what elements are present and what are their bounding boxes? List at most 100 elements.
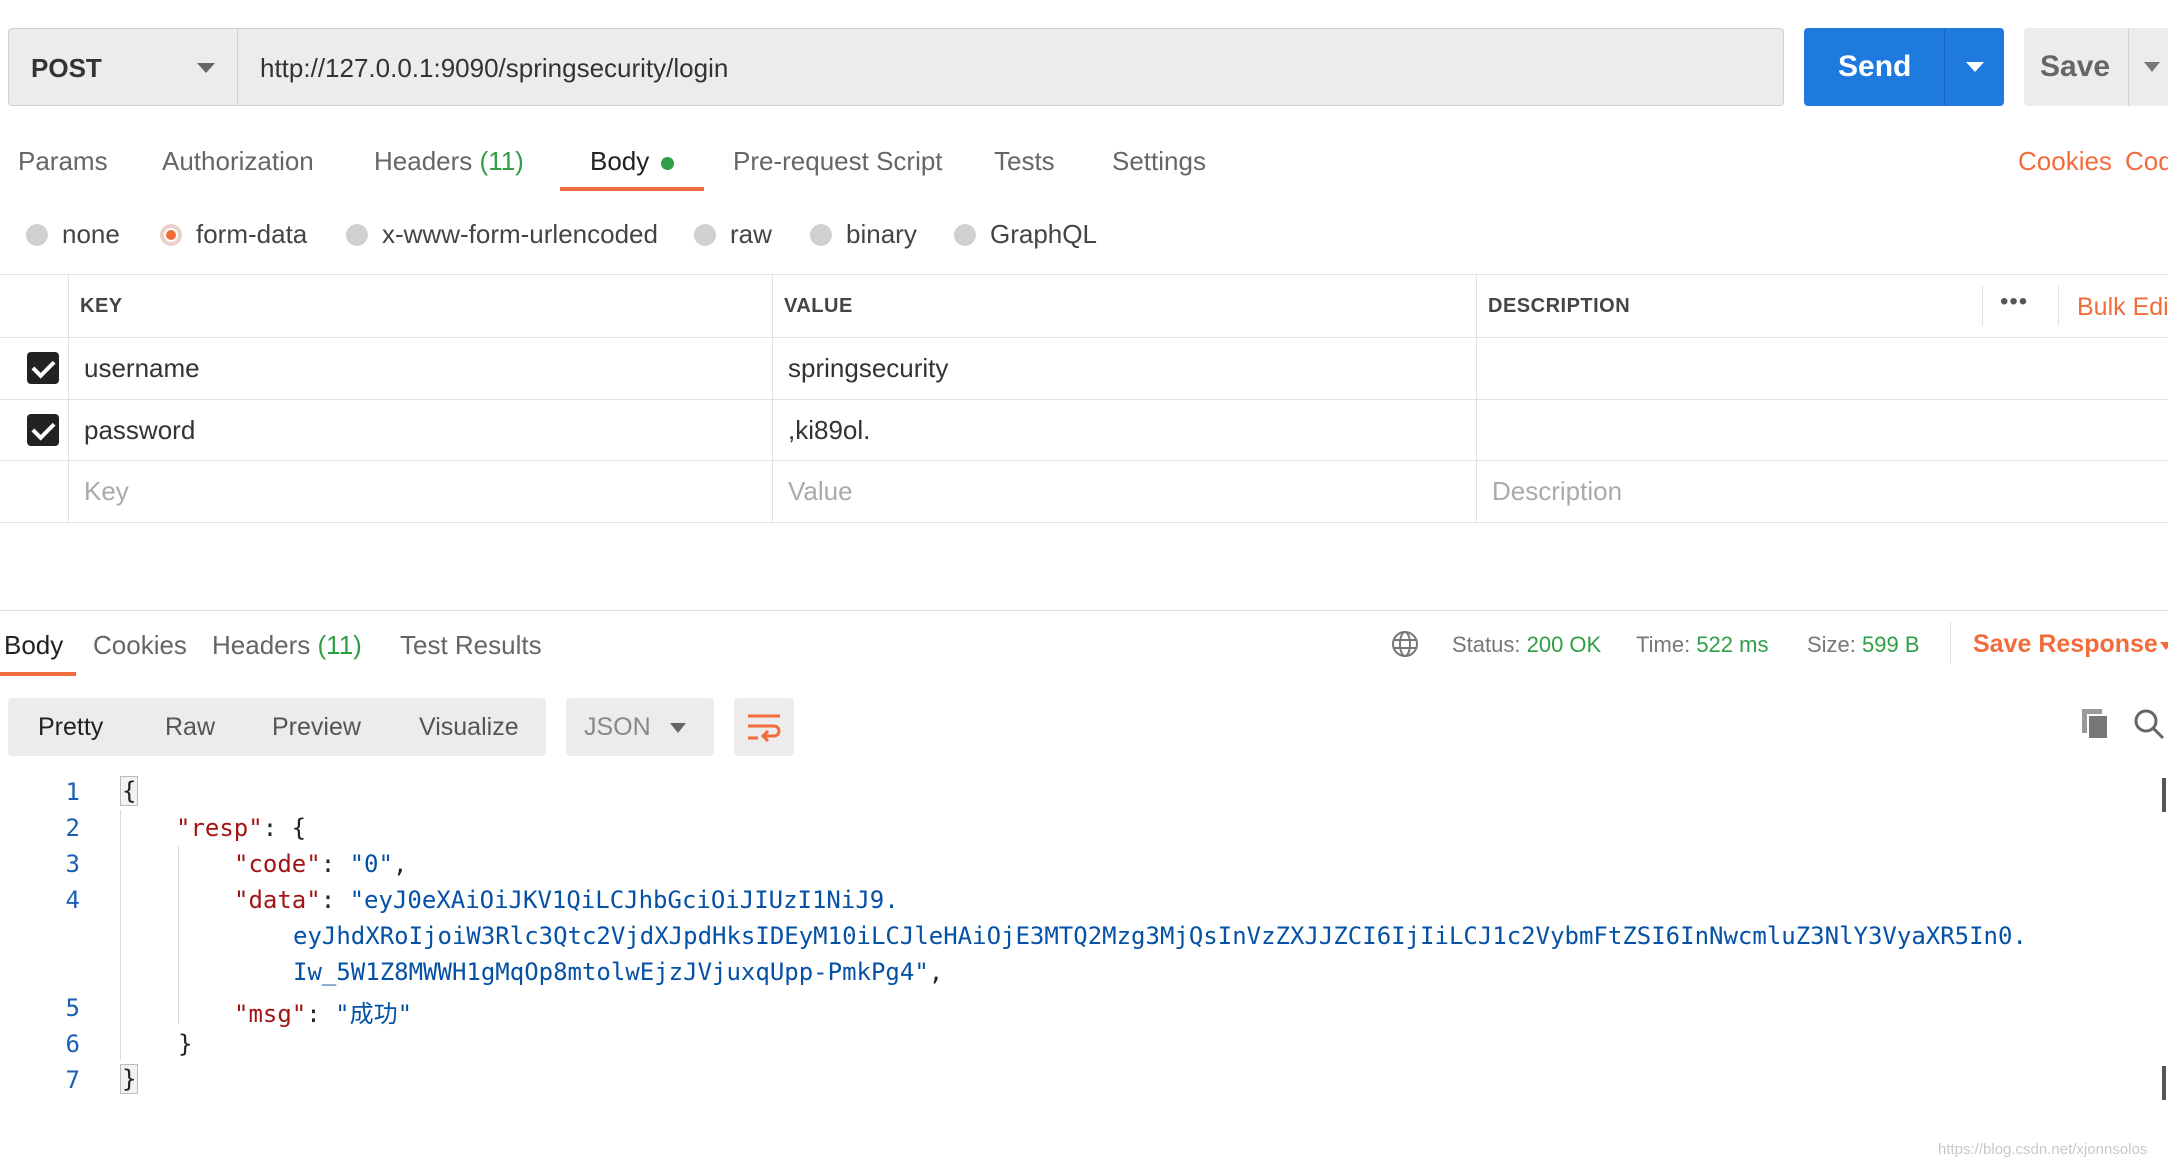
time-readout: Time: 522 ms bbox=[1636, 632, 1768, 658]
scrollbar-marker[interactable] bbox=[2162, 1066, 2166, 1100]
chevron-down-icon bbox=[670, 723, 686, 733]
chevron-down-icon bbox=[197, 63, 215, 73]
save-response-button[interactable]: Save Response bbox=[1973, 630, 2158, 659]
bulk-edit-link[interactable]: Bulk Edit bbox=[2077, 293, 2168, 322]
method-label: POST bbox=[31, 53, 102, 83]
key-cell[interactable]: password bbox=[84, 415, 195, 446]
send-button[interactable]: Send bbox=[1804, 28, 2004, 106]
description-placeholder[interactable]: Description bbox=[1492, 476, 1622, 507]
line-number: 4 bbox=[65, 886, 80, 914]
column-divider bbox=[2058, 286, 2059, 326]
response-tab-cookies[interactable]: Cookies bbox=[93, 630, 187, 661]
radio-x-www-form-urlencoded[interactable]: x-www-form-urlencoded bbox=[346, 219, 658, 250]
more-options-icon[interactable]: ••• bbox=[2000, 288, 2028, 316]
save-response-dropdown-icon[interactable] bbox=[2160, 642, 2168, 650]
tab-headers[interactable]: Headers (11) bbox=[374, 146, 524, 177]
table-top-border bbox=[0, 274, 2168, 275]
code-link[interactable]: Code bbox=[2125, 146, 2168, 177]
table-row: password ,ki89ol. bbox=[0, 400, 2168, 460]
cookies-link[interactable]: Cookies bbox=[2018, 146, 2112, 177]
radio-none[interactable]: none bbox=[26, 219, 120, 250]
time-label: Time: bbox=[1636, 632, 1691, 657]
status-divider bbox=[1950, 622, 1951, 664]
view-preview[interactable]: Preview bbox=[272, 713, 361, 742]
copy-icon[interactable] bbox=[2080, 707, 2112, 741]
format-select[interactable]: JSON bbox=[566, 698, 714, 756]
save-button[interactable]: Save bbox=[2024, 28, 2168, 106]
radio-binary[interactable]: binary bbox=[810, 219, 917, 250]
active-dot-icon bbox=[661, 156, 675, 170]
response-divider bbox=[0, 610, 2168, 611]
status-readout: Status: 200 OK bbox=[1452, 632, 1601, 658]
tab-authorization[interactable]: Authorization bbox=[162, 146, 314, 177]
send-label: Send bbox=[1838, 50, 1912, 83]
code-line-4-wrap: eyJhdXRoIjoiW3Rlc3Qtc2VjdXJpdHksIDEyM10i… bbox=[293, 922, 2027, 950]
json-value: Iw_5W1Z8MWWH1gMqOp8mtolwEjzJVjuxqUpp-Pmk… bbox=[293, 958, 929, 986]
tab-count: (11) bbox=[317, 630, 362, 660]
radio-label: none bbox=[62, 219, 120, 249]
radio-label: raw bbox=[730, 219, 772, 249]
tab-count: (11) bbox=[479, 146, 524, 176]
value-placeholder[interactable]: Value bbox=[788, 476, 853, 507]
view-visualize[interactable]: Visualize bbox=[419, 713, 519, 742]
key-cell[interactable]: username bbox=[84, 353, 200, 384]
json-value: "成功" bbox=[335, 1000, 413, 1028]
value-cell[interactable]: springsecurity bbox=[788, 353, 948, 384]
scrollbar-marker[interactable] bbox=[2162, 778, 2166, 812]
json-key: "data" bbox=[234, 886, 321, 914]
watermark: https://blog.csdn.net/xjonnsolos bbox=[1938, 1141, 2148, 1158]
save-divider bbox=[2128, 28, 2129, 106]
code-line-3: "code": "0", bbox=[234, 850, 408, 878]
method-select[interactable]: POST bbox=[8, 28, 238, 106]
status-label: Status: bbox=[1452, 632, 1521, 657]
send-divider bbox=[1944, 28, 1945, 106]
tab-label: Pre-request Script bbox=[733, 146, 943, 176]
row-checkbox[interactable] bbox=[27, 414, 59, 446]
time-value: 522 ms bbox=[1696, 632, 1769, 657]
view-raw[interactable]: Raw bbox=[165, 713, 215, 742]
globe-icon[interactable] bbox=[1390, 629, 1420, 659]
response-tab-underline bbox=[0, 672, 76, 676]
radio-circle-icon bbox=[26, 224, 48, 246]
column-header-value: VALUE bbox=[784, 295, 853, 317]
code-line-5: "msg": "成功" bbox=[234, 1000, 413, 1028]
send-dropdown-icon[interactable] bbox=[1966, 62, 1984, 72]
view-mode-selector: Pretty Raw Preview Visualize bbox=[8, 698, 546, 756]
tab-label: Params bbox=[18, 146, 108, 176]
radio-label: GraphQL bbox=[990, 219, 1097, 249]
line-number: 7 bbox=[65, 1066, 80, 1094]
radio-circle-icon bbox=[810, 224, 832, 246]
tab-body[interactable]: Body bbox=[590, 146, 675, 177]
radio-circle-icon bbox=[346, 224, 368, 246]
size-value: 599 B bbox=[1862, 632, 1920, 657]
tab-label: Tests bbox=[994, 146, 1055, 176]
wrap-lines-button[interactable] bbox=[734, 698, 794, 756]
tab-settings[interactable]: Settings bbox=[1112, 146, 1206, 177]
search-icon[interactable] bbox=[2132, 707, 2166, 741]
key-placeholder[interactable]: Key bbox=[84, 476, 129, 507]
wrap-icon bbox=[748, 714, 781, 743]
response-tab-headers[interactable]: Headers (11) bbox=[212, 630, 362, 661]
radio-form-data[interactable]: form-data bbox=[160, 219, 307, 250]
response-body-viewer[interactable]: 1 2 3 4 5 6 7 { "resp": { "code": "0", "… bbox=[0, 774, 2168, 1104]
json-key: "resp" bbox=[176, 814, 263, 842]
value-cell[interactable]: ,ki89ol. bbox=[788, 415, 870, 446]
save-dropdown-icon[interactable] bbox=[2144, 62, 2160, 72]
url-text: http://127.0.0.1:9090/springsecurity/log… bbox=[260, 53, 729, 83]
response-tab-test-results[interactable]: Test Results bbox=[400, 630, 542, 661]
line-number: 2 bbox=[65, 814, 80, 842]
status-value: 200 OK bbox=[1526, 632, 1602, 657]
radio-graphql[interactable]: GraphQL bbox=[954, 219, 1097, 250]
indent-guide bbox=[120, 810, 121, 1060]
tab-pre-request-script[interactable]: Pre-request Script bbox=[733, 146, 943, 177]
tab-tests[interactable]: Tests bbox=[994, 146, 1055, 177]
code-line-4-wrap: Iw_5W1Z8MWWH1gMqOp8mtolwEjzJVjuxqUpp-Pmk… bbox=[293, 958, 944, 986]
radio-label: binary bbox=[846, 219, 917, 249]
row-checkbox[interactable] bbox=[27, 352, 59, 384]
response-tab-body[interactable]: Body bbox=[4, 630, 63, 661]
view-pretty[interactable]: Pretty bbox=[38, 713, 103, 742]
tab-params[interactable]: Params bbox=[18, 146, 108, 177]
radio-raw[interactable]: raw bbox=[694, 219, 772, 250]
url-input[interactable]: http://127.0.0.1:9090/springsecurity/log… bbox=[238, 28, 1784, 106]
table-row: username springsecurity bbox=[0, 338, 2168, 399]
